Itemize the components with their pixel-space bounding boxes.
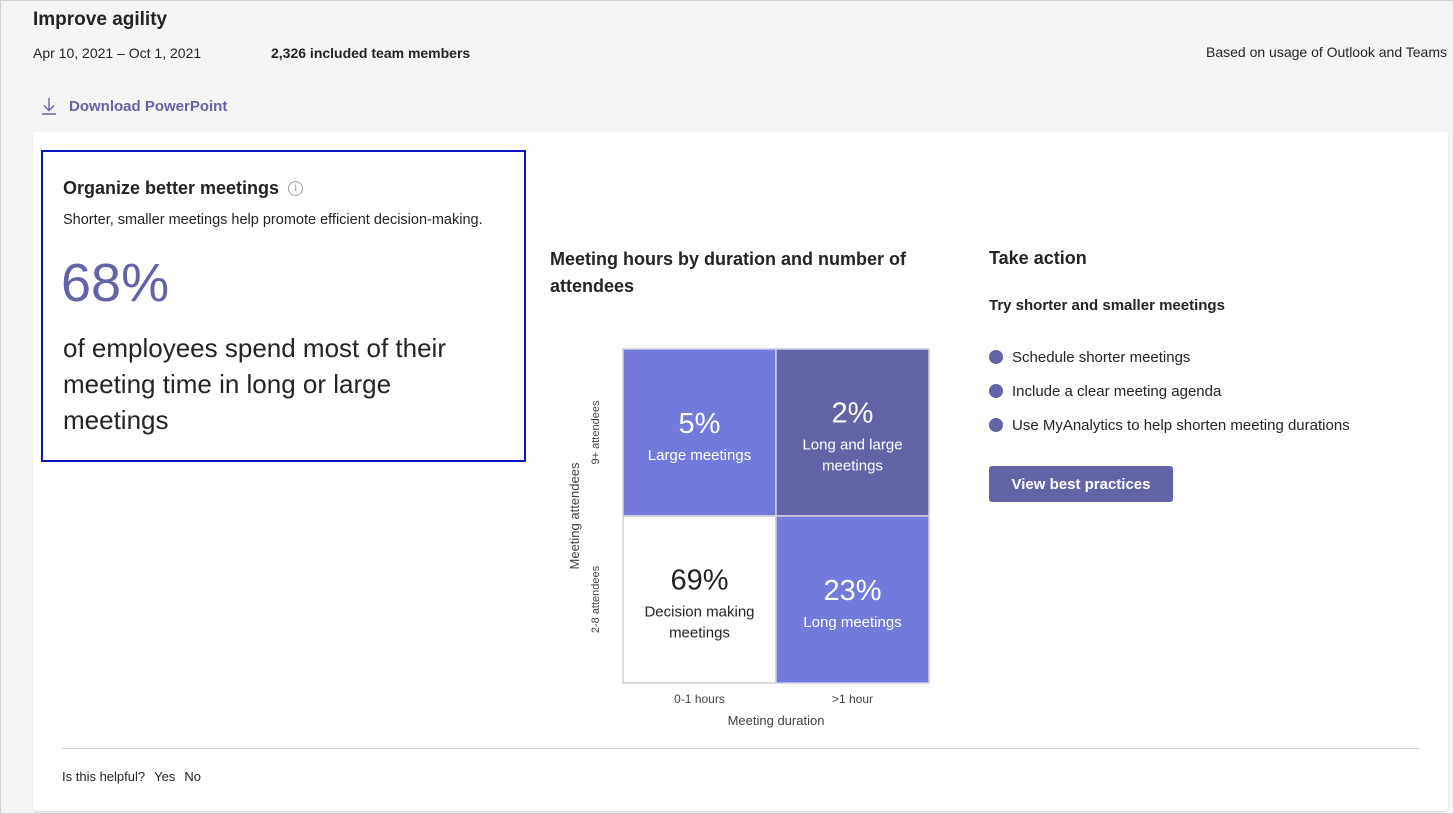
bullet-icon <box>989 350 1003 364</box>
cell-label: Long and large <box>802 437 902 454</box>
insight-title-row: Organize better meetings i <box>63 178 304 199</box>
included-members: 2,326 included team members <box>271 45 471 61</box>
feedback-no-button[interactable]: No <box>184 769 201 784</box>
list-item: Use MyAnalytics to help shorten meeting … <box>989 408 1350 442</box>
insight-title: Organize better meetings <box>63 178 280 198</box>
x-axis-label: Meeting duration <box>728 713 825 728</box>
insight-box: Organize better meetings i Shorter, smal… <box>41 150 526 462</box>
big-stat: 68% <box>61 253 170 313</box>
cell-value: 69% <box>670 565 728 597</box>
view-best-practices-button[interactable]: View best practices <box>989 466 1173 502</box>
list-item: Schedule shorter meetings <box>989 340 1350 374</box>
stat-text: of employees spend most of their meeting… <box>63 333 446 435</box>
cell-label: meetings <box>822 458 883 475</box>
list-item: Include a clear meeting agenda <box>989 374 1350 408</box>
divider <box>62 748 1420 749</box>
feedback-yes-button[interactable]: Yes <box>154 769 175 784</box>
info-icon[interactable]: i <box>288 181 304 196</box>
action-item-label: Schedule shorter meetings <box>1012 348 1191 366</box>
insight-card: Organize better meetings i Shorter, smal… <box>33 132 1448 811</box>
cell-label: Long meetings <box>803 614 901 631</box>
bullet-icon <box>989 418 1003 432</box>
download-label: Download PowerPoint <box>69 97 228 115</box>
page-title: Improve agility <box>33 9 168 30</box>
cell-label: Decision making <box>644 604 754 621</box>
x-tick-label: >1 hour <box>832 692 873 706</box>
y-tick-label: 9+ attendees <box>590 400 602 464</box>
action-item-label: Use MyAnalytics to help shorten meeting … <box>1012 416 1350 434</box>
cell-label: Large meetings <box>648 447 751 464</box>
download-powerpoint-link[interactable]: Download PowerPoint <box>41 97 227 115</box>
cell-value: 2% <box>832 398 874 430</box>
cell-value: 5% <box>679 408 721 440</box>
heatmap-cell <box>622 515 777 684</box>
feedback-question: Is this helpful? <box>62 769 146 784</box>
download-icon <box>41 97 57 115</box>
y-tick-label: 2-8 attendees <box>590 565 602 633</box>
bullet-icon <box>989 384 1003 398</box>
action-list: Schedule shorter meetings Include a clea… <box>989 340 1350 442</box>
insight-description: Shorter, smaller meetings help promote e… <box>63 212 483 228</box>
take-action-title: Take action <box>989 248 1087 268</box>
x-tick-label: 0-1 hours <box>674 692 725 706</box>
cell-label: meetings <box>669 625 730 642</box>
y-axis-label: Meeting attendees <box>567 462 582 569</box>
date-range: Apr 10, 2021 – Oct 1, 2021 <box>33 45 202 61</box>
feedback-row: Is this helpful? Yes No <box>62 769 201 784</box>
chart-title: Meeting hours by duration and number of … <box>550 249 907 296</box>
cell-value: 23% <box>823 575 881 607</box>
source-note: Based on usage of Outlook and Teams <box>1205 44 1447 60</box>
action-item-label: Include a clear meeting agenda <box>1012 382 1222 400</box>
meeting-heatmap: 5% Large meetings 2% Long and large meetings… <box>567 348 930 728</box>
take-action-subtitle: Try shorter and smaller meetings <box>989 297 1225 314</box>
heatmap-cell <box>775 348 930 517</box>
